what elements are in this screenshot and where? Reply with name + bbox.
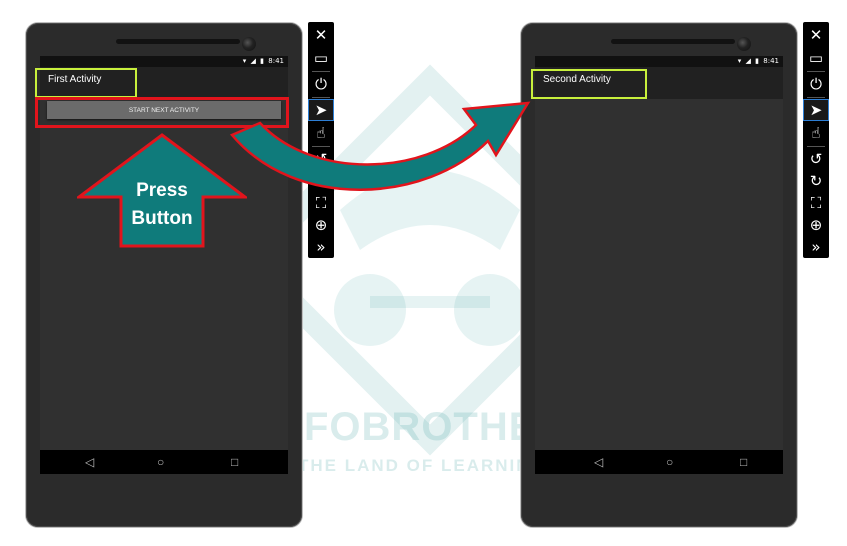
- right-emulator-toolbar: ✕ ▭ ⏻ ➤ ☝ ↺ ↻ ⛶ ⊕ »: [803, 22, 829, 258]
- power-icon[interactable]: ⏻: [308, 73, 334, 95]
- rotate-left-icon[interactable]: ↺: [803, 148, 829, 170]
- nav-bar: ◁ ○ □: [535, 450, 783, 474]
- press-label: Press: [136, 180, 188, 201]
- rotate-right-icon[interactable]: ↻: [803, 170, 829, 192]
- transition-arrow: [229, 101, 531, 191]
- first-activity-highlight: [35, 68, 137, 98]
- recents-icon[interactable]: □: [740, 455, 747, 469]
- press-button-arrow: Press Button: [77, 133, 247, 249]
- divider: [807, 146, 825, 147]
- second-activity-highlight: [531, 69, 647, 99]
- more-icon[interactable]: »: [308, 236, 334, 258]
- speaker-grille: [116, 39, 240, 44]
- divider: [807, 97, 825, 98]
- status-time: 8:41: [268, 57, 284, 65]
- divider: [312, 71, 330, 72]
- pointer-icon[interactable]: ➤: [803, 99, 829, 121]
- recents-icon[interactable]: □: [231, 455, 238, 469]
- more-icon[interactable]: »: [803, 236, 829, 258]
- status-time: 8:41: [763, 57, 779, 65]
- touch-icon[interactable]: ☝: [803, 122, 829, 144]
- divider: [807, 71, 825, 72]
- close-icon[interactable]: ✕: [803, 24, 829, 46]
- signal-icon: ◢: [250, 57, 256, 65]
- status-bar: ▾ ◢ ▮ 8:41: [40, 56, 288, 67]
- camera-icon: [737, 37, 751, 51]
- close-icon[interactable]: ✕: [308, 24, 334, 46]
- battery-icon: ▮: [755, 57, 760, 65]
- minimize-icon[interactable]: ▭: [803, 47, 829, 69]
- wifi-icon: ▾: [737, 57, 742, 65]
- fit-screen-icon[interactable]: ⛶: [803, 192, 829, 214]
- minimize-icon[interactable]: ▭: [308, 47, 334, 69]
- power-icon[interactable]: ⏻: [803, 73, 829, 95]
- status-bar: ▾ ◢ ▮ 8:41: [535, 56, 783, 67]
- back-icon[interactable]: ◁: [85, 455, 94, 469]
- home-icon[interactable]: ○: [666, 455, 673, 469]
- battery-icon: ▮: [260, 57, 265, 65]
- home-icon[interactable]: ○: [157, 455, 164, 469]
- back-icon[interactable]: ◁: [594, 455, 603, 469]
- nav-bar: ◁ ○ □: [40, 450, 288, 474]
- zoom-icon[interactable]: ⊕: [803, 214, 829, 236]
- speaker-grille: [611, 39, 735, 44]
- camera-icon: [242, 37, 256, 51]
- signal-icon: ◢: [745, 57, 751, 65]
- watermark-tagline: THE LAND OF LEARNING: [298, 456, 546, 475]
- zoom-icon[interactable]: ⊕: [308, 214, 334, 236]
- button-label: Button: [131, 208, 193, 229]
- right-screen: ▾ ◢ ▮ 8:41 Second Activity: [535, 56, 783, 474]
- wifi-icon: ▾: [242, 57, 247, 65]
